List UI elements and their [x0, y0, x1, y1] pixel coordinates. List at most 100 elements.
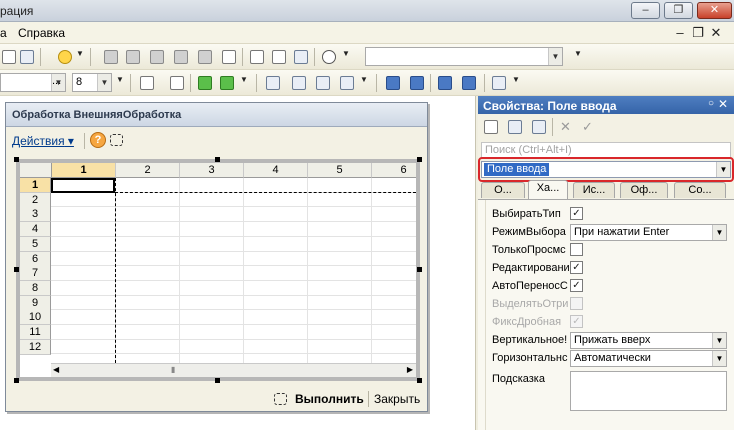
check-icon[interactable]: ✓	[582, 119, 593, 135]
same-width-button[interactable]	[384, 74, 402, 92]
placeholder-button-icon[interactable]	[274, 393, 287, 405]
move-right-button[interactable]	[460, 74, 478, 92]
spreadsheet-grid[interactable]: 123456 1 2 3 4 5 6 7 8 9 10 11 12 ◀ ▮ ▶	[20, 163, 416, 377]
filter-button[interactable]	[530, 118, 548, 136]
property-checkbox[interactable]: ✓	[570, 261, 583, 274]
search-combo[interactable]: ▼	[365, 47, 563, 66]
sort-alpha-button[interactable]	[482, 118, 500, 136]
spreadsheet-field[interactable]: 123456 1 2 3 4 5 6 7 8 9 10 11 12 ◀ ▮ ▶	[16, 159, 420, 381]
menu-item-help[interactable]: Справка	[18, 26, 65, 40]
horizontal-scrollbar[interactable]: ◀ ▮ ▶	[51, 363, 416, 377]
mdi-close-icon[interactable]: ✕	[708, 25, 724, 41]
resize-handle[interactable]	[417, 267, 422, 272]
run-to-cursor-button[interactable]	[172, 48, 190, 66]
row-header[interactable]: 8	[20, 280, 51, 296]
chevron-down-icon[interactable]: ▼	[76, 49, 84, 58]
column-header[interactable]: 5	[308, 163, 372, 178]
minimize-button[interactable]: –	[631, 2, 660, 19]
chevron-down-icon[interactable]: ▼	[574, 49, 582, 58]
align-left-button[interactable]	[264, 74, 282, 92]
mdi-restore-icon[interactable]: ❐	[690, 25, 706, 41]
close-icon[interactable]: ✕	[718, 97, 728, 111]
row-header[interactable]: 5	[20, 236, 51, 252]
tab-design[interactable]: Оф...	[620, 182, 668, 198]
picture-button[interactable]	[270, 48, 288, 66]
resize-handle[interactable]	[215, 157, 220, 162]
add-element-button[interactable]	[218, 74, 236, 92]
column-header[interactable]: 1	[52, 163, 116, 178]
move-left-button[interactable]	[436, 74, 454, 92]
scroll-thumb-icon[interactable]: ▮	[171, 365, 175, 374]
cancel-icon[interactable]: ✕	[560, 119, 571, 135]
close-button[interactable]: ✕	[697, 2, 732, 19]
chevron-down-icon[interactable]: ▼	[548, 48, 562, 65]
chevron-down-icon[interactable]: ▼	[97, 74, 111, 91]
selected-cell[interactable]	[51, 178, 115, 193]
placeholder-button-icon[interactable]	[110, 134, 123, 146]
settings-button[interactable]	[292, 48, 310, 66]
print-button[interactable]	[0, 48, 18, 66]
row-header[interactable]: 1	[20, 178, 51, 193]
column-header[interactable]: 2	[116, 163, 180, 178]
chevron-down-icon[interactable]: ▼	[712, 225, 726, 240]
mdi-minimize-icon[interactable]: –	[672, 25, 688, 40]
categorize-button[interactable]	[506, 118, 524, 136]
menu-item-window[interactable]: а	[0, 26, 7, 40]
find-button[interactable]	[18, 48, 36, 66]
column-header[interactable]: 3	[180, 163, 244, 178]
form-elements-button[interactable]	[168, 74, 186, 92]
chevron-down-icon[interactable]: ▼	[360, 75, 368, 84]
step-out-button[interactable]	[148, 48, 166, 66]
resize-handle[interactable]	[14, 267, 19, 272]
column-header[interactable]: 6	[372, 163, 416, 178]
help-icon[interactable]: ?	[90, 132, 106, 148]
run-button[interactable]: Выполнить	[295, 392, 364, 406]
scroll-right-icon[interactable]: ▶	[407, 365, 413, 374]
tab-characteristics[interactable]: Ха...	[528, 180, 568, 199]
property-checkbox[interactable]: ✓	[570, 207, 583, 220]
row-header[interactable]: 4	[20, 222, 51, 238]
font-more-button[interactable]: ...	[52, 73, 69, 92]
property-text-input[interactable]	[570, 371, 727, 411]
info-button[interactable]	[56, 48, 74, 66]
chevron-down-icon[interactable]: ▼	[512, 75, 520, 84]
font-size-combo[interactable]: 8 ▼	[72, 73, 112, 92]
tab-order-button[interactable]	[490, 74, 508, 92]
property-checkbox[interactable]: ✓	[570, 279, 583, 292]
align-top-button[interactable]	[338, 74, 356, 92]
resize-handle[interactable]	[417, 157, 422, 162]
resize-handle[interactable]	[215, 378, 220, 383]
row-header[interactable]: 6	[20, 251, 51, 267]
wizard-button[interactable]	[196, 74, 214, 92]
row-header[interactable]: 2	[20, 192, 51, 208]
close-form-button[interactable]: Закрыть	[374, 392, 420, 406]
module-button[interactable]	[248, 48, 266, 66]
chevron-down-icon[interactable]: ▼	[712, 351, 726, 366]
property-combo[interactable]: При нажатии Enter ▼	[570, 224, 727, 241]
property-combo[interactable]: Прижать вверх ▼	[570, 332, 727, 349]
align-right-button[interactable]	[314, 74, 332, 92]
chevron-down-icon[interactable]: ▼	[712, 333, 726, 348]
show-next-button[interactable]	[196, 48, 214, 66]
row-header[interactable]: 9	[20, 295, 51, 311]
column-header[interactable]: 4	[244, 163, 308, 178]
resize-handle[interactable]	[14, 157, 19, 162]
step-into-button[interactable]	[102, 48, 120, 66]
chevron-down-icon[interactable]: ▼	[240, 75, 248, 84]
calc-expression-button[interactable]	[220, 48, 238, 66]
property-combo[interactable]: Автоматически ▼	[570, 350, 727, 367]
align-center-button[interactable]	[290, 74, 308, 92]
same-height-button[interactable]	[408, 74, 426, 92]
row-header[interactable]: 12	[20, 339, 51, 355]
form-layout-button[interactable]	[138, 74, 156, 92]
chevron-down-icon[interactable]: ▼	[116, 75, 124, 84]
timer-button[interactable]	[320, 48, 338, 66]
step-over-button[interactable]	[124, 48, 142, 66]
maximize-button[interactable]: ❐	[664, 2, 693, 19]
property-checkbox[interactable]	[570, 243, 583, 256]
actions-menu-button[interactable]: Действия	[12, 134, 74, 148]
scroll-left-icon[interactable]: ◀	[53, 365, 59, 374]
row-header[interactable]: 11	[20, 325, 51, 340]
row-header[interactable]: 3	[20, 207, 51, 223]
resize-handle[interactable]	[14, 378, 19, 383]
